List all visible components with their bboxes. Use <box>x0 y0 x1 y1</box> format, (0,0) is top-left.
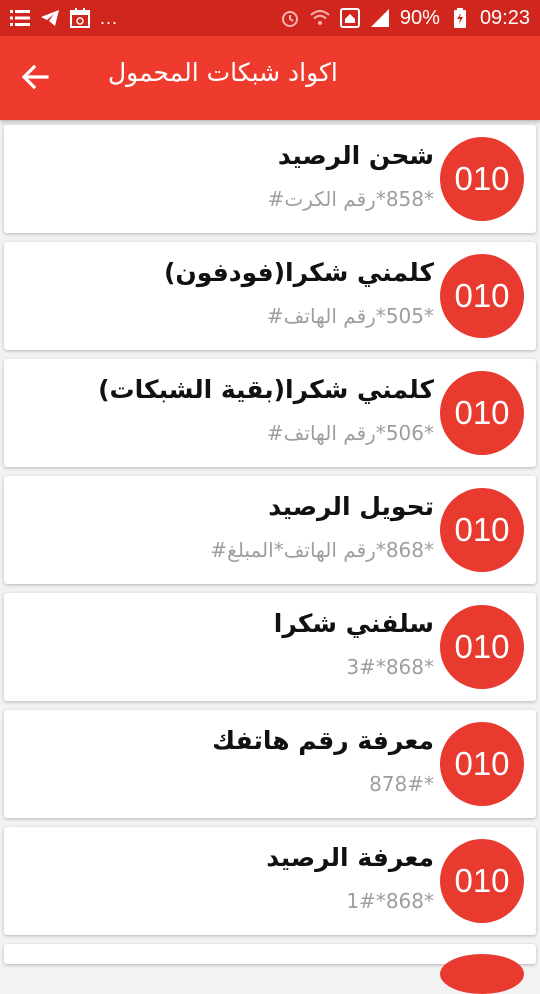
item-code: *506*رقم الهاتف# <box>266 421 434 445</box>
code-badge: 010 <box>440 605 524 689</box>
item-title: معرفة الرصيد <box>266 843 434 872</box>
list-item[interactable]: 010 كلمني شكرا(فودفون) *505*رقم الهاتف# <box>4 242 536 350</box>
list-item[interactable]: 010 سلفني شكرا *868*3# <box>4 593 536 701</box>
list-item[interactable]: 010 كلمني شكرا(بقية الشبكات) *506*رقم ال… <box>4 359 536 467</box>
item-code: *868*1# <box>346 889 434 913</box>
code-badge-partial <box>440 954 524 994</box>
list-icon <box>10 8 30 28</box>
item-code: *858*رقم الكرت# <box>267 187 434 211</box>
list-item[interactable]: 010 تحويل الرصيد *868*رقم الهاتف*المبلغ# <box>4 476 536 584</box>
back-button[interactable] <box>18 62 52 96</box>
list-item[interactable]: 010 معرفة الرصيد *868*1# <box>4 827 536 935</box>
app-bar: اكواد شبكات المحمول <box>0 36 540 120</box>
list-item-partial[interactable] <box>4 944 536 994</box>
telegram-icon <box>40 8 60 28</box>
more-notifications: ... <box>100 7 119 28</box>
arrow-back-icon <box>21 64 49 94</box>
code-badge: 010 <box>440 839 524 923</box>
item-code: *868*3# <box>346 655 434 679</box>
page-title: اكواد شبكات المحمول <box>108 58 338 87</box>
list-item[interactable]: 010 شحن الرصيد *858*رقم الكرت# <box>4 125 536 233</box>
code-badge: 010 <box>440 254 524 338</box>
list-item[interactable]: 010 معرفة رقم هاتفك *878# <box>4 710 536 818</box>
code-badge: 010 <box>440 371 524 455</box>
signal-icon <box>370 8 390 28</box>
item-title: شحن الرصيد <box>277 141 434 170</box>
code-badge: 010 <box>440 488 524 572</box>
item-title: كلمني شكرا(بقية الشبكات) <box>98 375 434 404</box>
clock: 09:23 <box>479 6 530 29</box>
status-bar: ... 90% 09:23 <box>0 0 540 36</box>
calendar-icon <box>70 8 90 28</box>
item-title: سلفني شكرا <box>273 609 434 638</box>
item-title: معرفة رقم هاتفك <box>212 726 434 755</box>
code-badge: 010 <box>440 722 524 806</box>
status-right: 90% 09:23 <box>280 7 530 30</box>
alarm-icon <box>280 8 300 28</box>
home-sim-icon <box>339 8 360 28</box>
item-title: تحويل الرصيد <box>268 492 434 521</box>
item-code: *878# <box>369 772 434 796</box>
item-code: *868*رقم الهاتف*المبلغ# <box>210 538 434 562</box>
status-left: ... <box>10 8 118 29</box>
item-title: كلمني شكرا(فودفون) <box>163 258 434 287</box>
battery-icon <box>450 8 470 28</box>
code-badge: 010 <box>440 137 524 221</box>
wifi-icon <box>310 8 330 28</box>
battery-percent: 90% <box>399 6 440 29</box>
item-code: *505*رقم الهاتف# <box>266 304 434 328</box>
